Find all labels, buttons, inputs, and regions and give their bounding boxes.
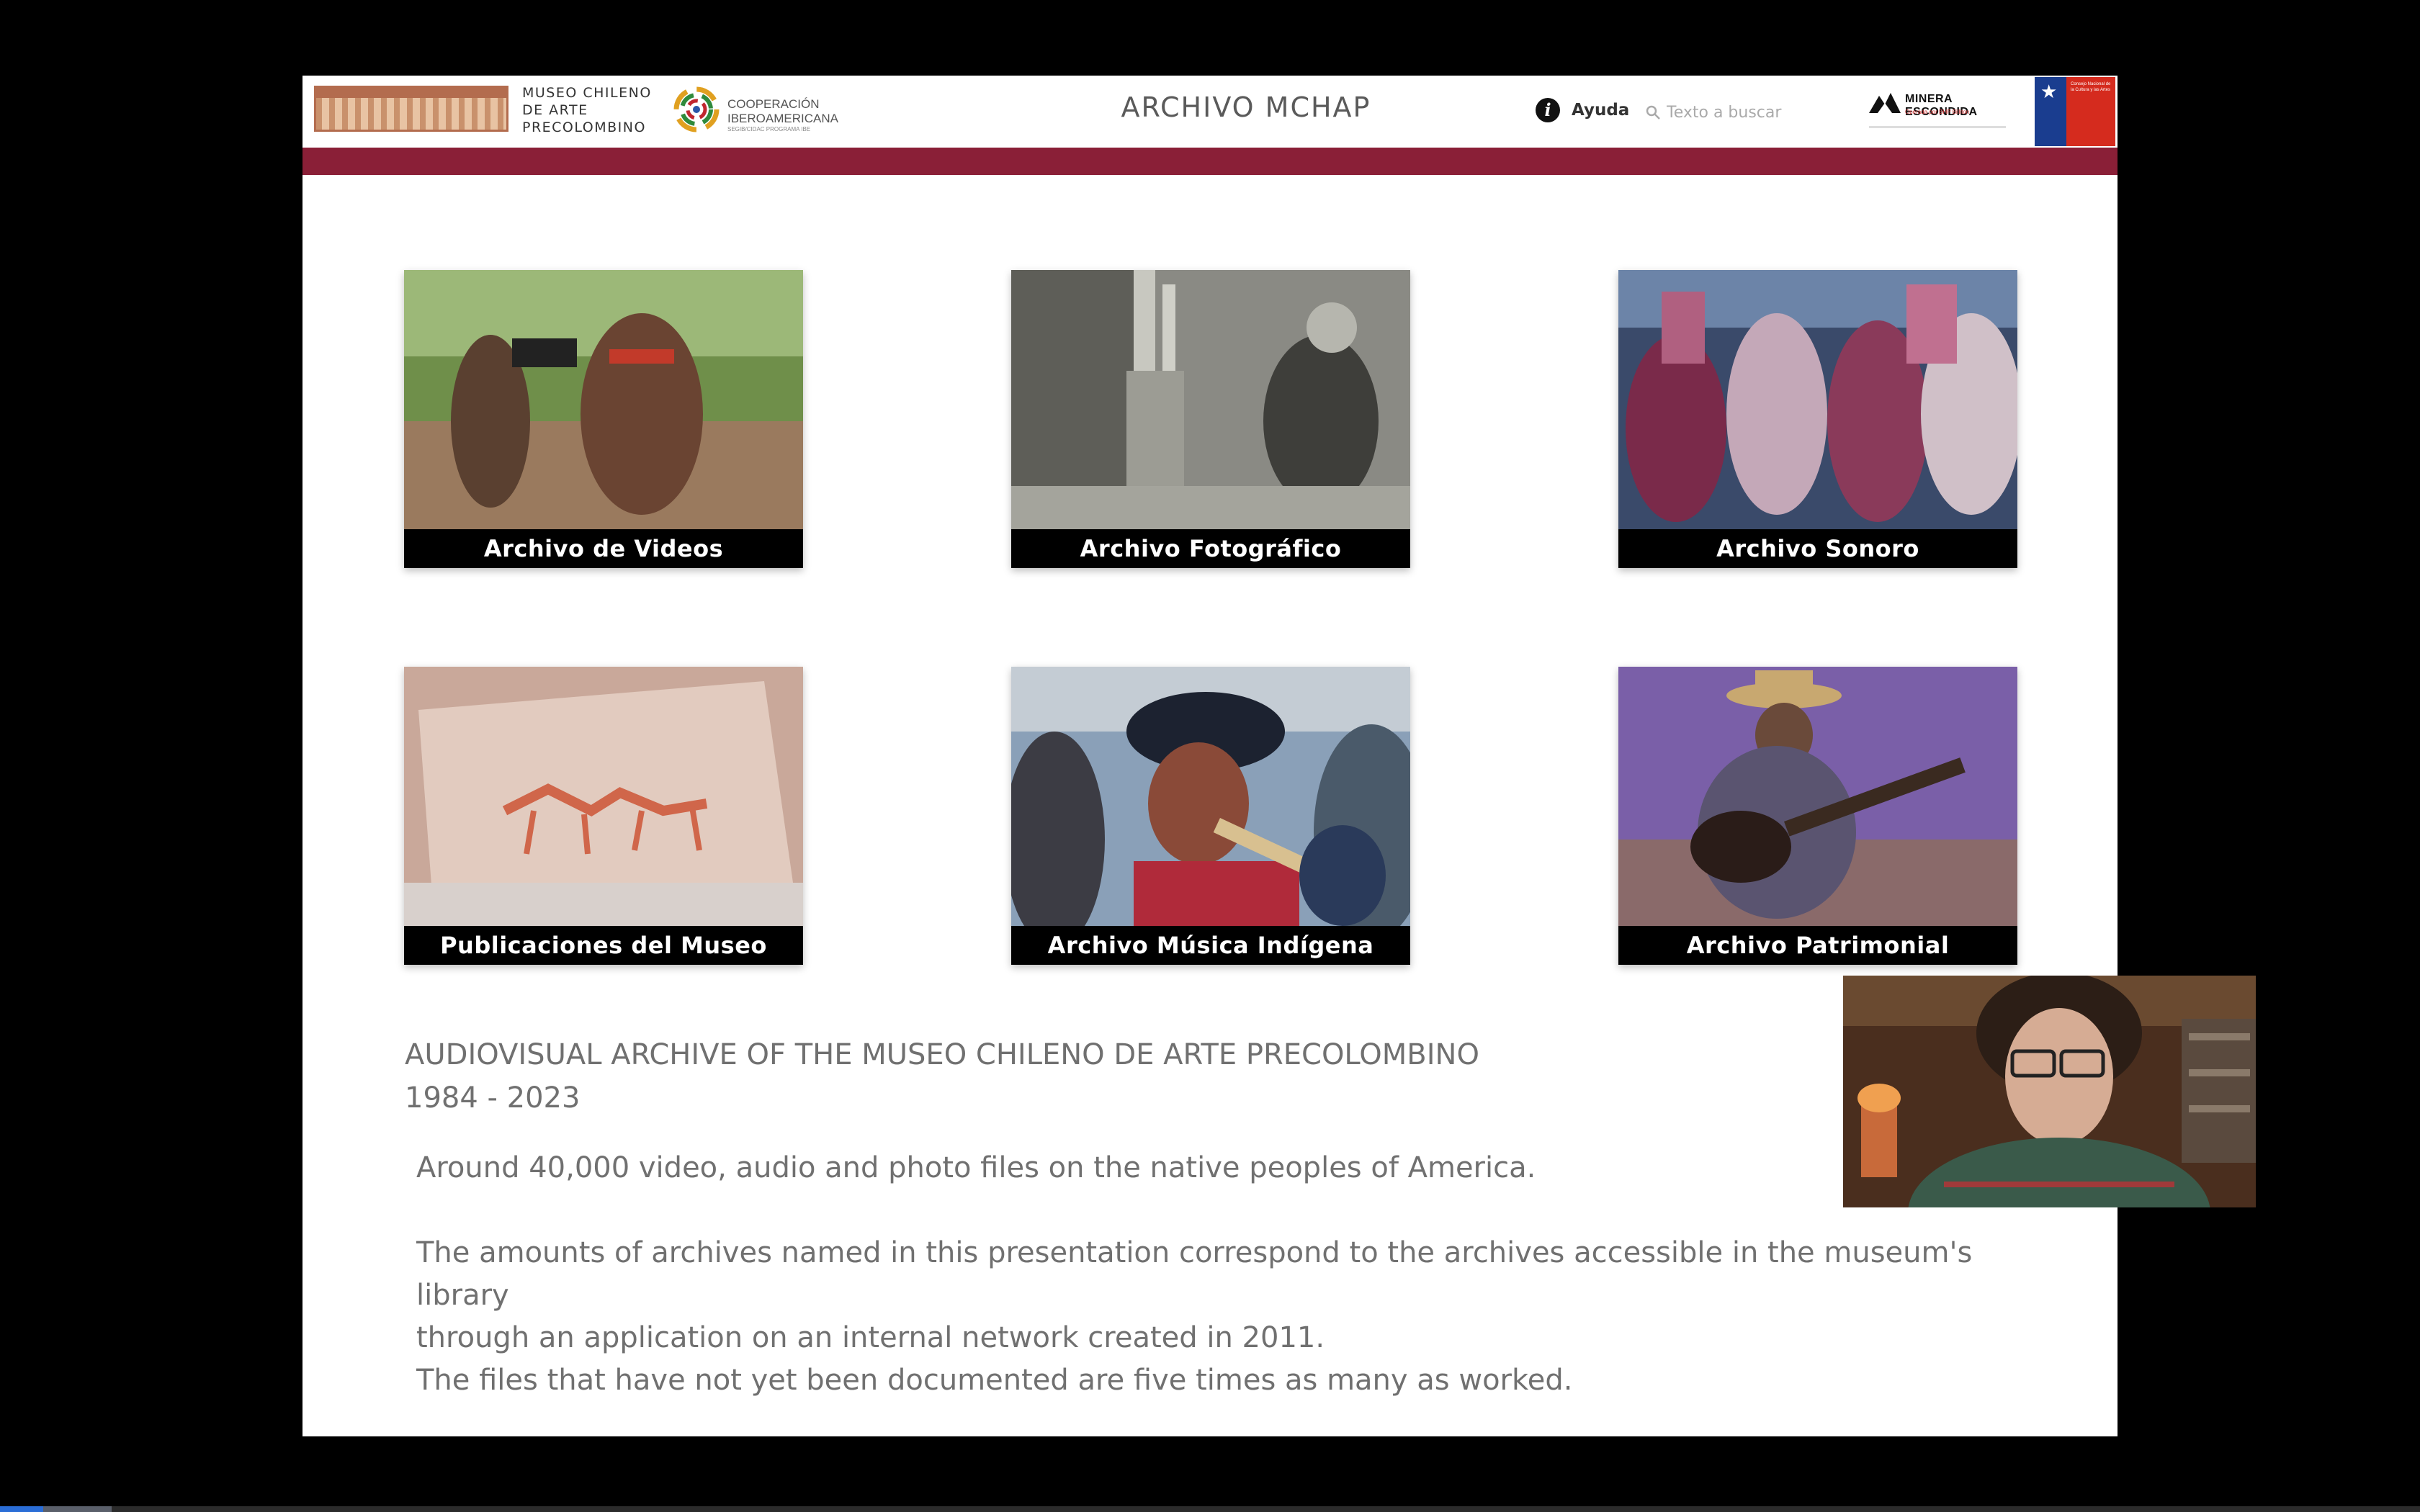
archive-paragraph: through an application on an internal ne… — [416, 1321, 1325, 1354]
museum-name-line: PRECOLOMBINO — [522, 120, 646, 135]
site-header: MUSEO CHILENO DE ARTE PRECOLOMBINO COOPE… — [302, 76, 2118, 148]
webcam-video[interactable] — [1843, 976, 2256, 1207]
museum-name: MUSEO CHILENO DE ARTE PRECOLOMBINO — [522, 84, 666, 136]
coop-text-line: IBEROAMERICANA — [727, 112, 838, 125]
tile-archivo-sonoro[interactable]: Archivo Sonoro — [1618, 270, 2017, 568]
search-input[interactable] — [1667, 103, 1818, 122]
coop-subtext: SEGIB/CIDAC PROGRAMA IBE — [727, 126, 811, 132]
video-progress-bar[interactable] — [0, 1506, 2420, 1512]
help-link[interactable]: i Ayuda — [1536, 96, 1629, 125]
guitar-player-image — [1618, 667, 2017, 926]
archive-heading: AUDIOVISUAL ARCHIVE OF THE MUSEO CHILENO… — [405, 1033, 1479, 1120]
progress-played — [0, 1506, 44, 1512]
archive-paragraph: The files that have not yet been documen… — [416, 1364, 1573, 1397]
government-logo[interactable]: ★ Consejo Nacional de la Cultura y las A… — [2035, 77, 2115, 146]
tile-label: Archivo Patrimonial — [1618, 926, 2017, 965]
header-accent-bar — [302, 148, 2118, 175]
weaver-image — [1011, 270, 1410, 529]
tile-label: Publicaciones del Museo — [404, 926, 803, 965]
archive-heading-years: 1984 - 2023 — [405, 1081, 581, 1115]
coop-text: COOPERACIÓN IBEROAMERICANA SEGIB/CIDAC P… — [727, 97, 857, 133]
rock-art-image — [404, 667, 803, 926]
presenter-video-frame — [1843, 976, 2256, 1207]
archive-paragraph: The amounts of archives named in this pr… — [416, 1236, 1973, 1312]
coop-text-line: COOPERACIÓN — [727, 97, 820, 111]
search-box[interactable] — [1645, 100, 1825, 125]
tile-label: Archivo Música Indígena — [1011, 926, 1410, 965]
presentation-slide: MUSEO CHILENO DE ARTE PRECOLOMBINO COOPE… — [302, 76, 2118, 1436]
museum-name-line: DE ARTE — [522, 102, 588, 118]
tile-archivo-patrimonial[interactable]: Archivo Patrimonial — [1618, 667, 2017, 965]
progress-buffered — [43, 1506, 112, 1512]
tile-archivo-musica-indigena[interactable]: Archivo Música Indígena — [1011, 667, 1410, 965]
app-title: ARCHIVO MCHAP — [1121, 91, 1371, 123]
filmmakers-image — [404, 270, 803, 529]
sponsor-subtitle: Operada por BHP Billiton — [1905, 109, 1970, 115]
cooperacion-iberoamericana-logo[interactable] — [668, 84, 725, 135]
star-icon: ★ — [2040, 81, 2058, 103]
search-icon — [1646, 105, 1660, 120]
museum-name-line: MUSEO CHILENO — [522, 85, 652, 101]
flute-player-image — [1011, 667, 1410, 926]
archive-description: Around 40,000 video, audio and photo fil… — [416, 1147, 2073, 1402]
museum-logo[interactable] — [314, 86, 508, 132]
sponsor-divider — [1869, 126, 2006, 128]
archive-paragraph: Around 40,000 video, audio and photo fil… — [416, 1151, 1536, 1184]
minera-escondida-logo[interactable]: MINERA ESCONDIDA Operada por BHP Billito… — [1869, 89, 2027, 132]
dancers-image — [1618, 270, 2017, 529]
mountain-icon — [1869, 93, 1901, 113]
tile-label: Archivo de Videos — [404, 529, 803, 568]
tile-label: Archivo Sonoro — [1618, 529, 2017, 568]
gov-logo-text: Consejo Nacional de la Cultura y las Art… — [2071, 82, 2111, 92]
tile-archivo-fotografico[interactable]: Archivo Fotográfico — [1011, 270, 1410, 568]
info-icon: i — [1536, 98, 1560, 122]
tile-publicaciones-museo[interactable]: Publicaciones del Museo — [404, 667, 803, 965]
help-label: Ayuda — [1572, 101, 1630, 120]
tile-label: Archivo Fotográfico — [1011, 529, 1410, 568]
archive-heading-title: AUDIOVISUAL ARCHIVE OF THE MUSEO CHILENO… — [405, 1038, 1479, 1071]
tile-archivo-videos[interactable]: Archivo de Videos — [404, 270, 803, 568]
